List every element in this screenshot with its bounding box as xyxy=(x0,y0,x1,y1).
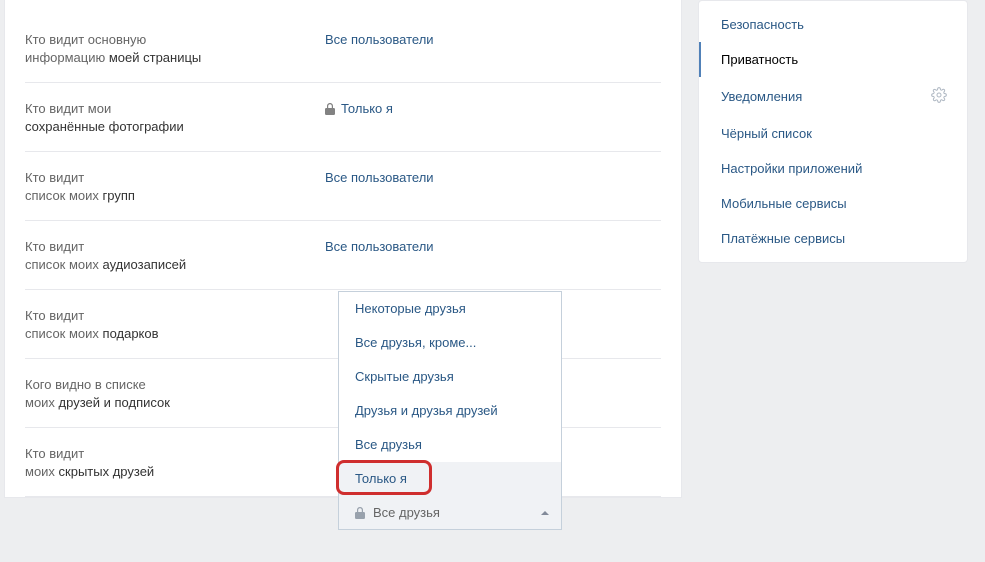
sidebar-item-blacklist[interactable]: Чёрный список xyxy=(699,116,967,151)
setting-label: Кто видит мои сохранённые фотографии xyxy=(25,98,325,136)
sidebar-item-label: Приватность xyxy=(721,52,798,67)
dropdown-selected-label: Все друзья xyxy=(373,505,440,520)
sidebar-item-security[interactable]: Безопасность xyxy=(699,7,967,42)
sidebar-item-apps[interactable]: Настройки приложений xyxy=(699,151,967,186)
setting-label: Кто видит основную информацию моей стран… xyxy=(25,29,325,67)
sidebar-item-mobile[interactable]: Мобильные сервисы xyxy=(699,186,967,221)
dropdown-selected[interactable]: Все друзья xyxy=(339,496,561,529)
chevron-up-icon xyxy=(541,511,549,515)
dropdown-option[interactable]: Некоторые друзья xyxy=(339,292,561,326)
setting-label: Кто видит список моих групп xyxy=(25,167,325,205)
setting-row-saved-photos: Кто видит мои сохранённые фотографии Тол… xyxy=(25,83,661,152)
sidebar-item-notifications[interactable]: Уведомления xyxy=(699,77,967,116)
dropdown-option[interactable]: Все друзья xyxy=(339,428,561,462)
setting-row-groups: Кто видит список моих групп Все пользова… xyxy=(25,152,661,221)
sidebar-item-payments[interactable]: Платёжные сервисы xyxy=(699,221,967,256)
settings-sidebar: Безопасность Приватность Уведомления Чёр… xyxy=(698,0,968,263)
setting-label: Кто видит список моих подарков xyxy=(25,305,325,343)
dropdown-option[interactable]: Скрытые друзья xyxy=(339,360,561,394)
setting-value[interactable]: Все пользователи xyxy=(325,236,434,256)
setting-label: Кого видно в списке моих друзей и подпис… xyxy=(25,374,325,412)
sidebar-item-label: Настройки приложений xyxy=(721,161,862,176)
sidebar-item-label: Мобильные сервисы xyxy=(721,196,847,211)
gear-icon xyxy=(931,87,947,106)
setting-value[interactable]: Все пользователи xyxy=(325,29,434,49)
setting-label: Кто видит моих скрытых друзей xyxy=(25,443,325,481)
lock-icon xyxy=(355,507,365,519)
setting-value[interactable]: Все пользователи xyxy=(325,167,434,187)
setting-row-audio: Кто видит список моих аудиозаписей Все п… xyxy=(25,221,661,290)
setting-label: Кто видит список моих аудиозаписей xyxy=(25,236,325,274)
dropdown-option-only-me[interactable]: Только я xyxy=(339,462,561,496)
setting-row-basic-info: Кто видит основную информацию моей стран… xyxy=(25,14,661,83)
sidebar-item-label: Безопасность xyxy=(721,17,804,32)
sidebar-item-label: Уведомления xyxy=(721,89,802,104)
sidebar-item-label: Чёрный список xyxy=(721,126,812,141)
sidebar-item-label: Платёжные сервисы xyxy=(721,231,845,246)
setting-value[interactable]: Только я xyxy=(325,98,393,118)
dropdown-option[interactable]: Друзья и друзья друзей xyxy=(339,394,561,428)
lock-icon xyxy=(325,103,335,115)
sidebar-item-privacy[interactable]: Приватность xyxy=(699,42,967,77)
dropdown-option[interactable]: Все друзья, кроме... xyxy=(339,326,561,360)
privacy-dropdown: Некоторые друзья Все друзья, кроме... Ск… xyxy=(338,291,562,530)
